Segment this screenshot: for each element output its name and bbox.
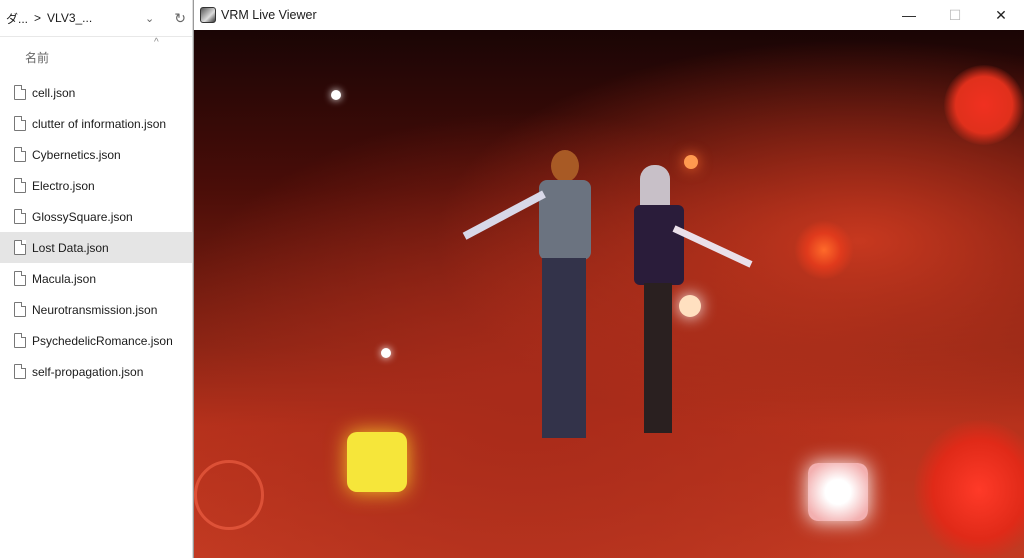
file-icon: [14, 333, 26, 348]
file-icon: [14, 178, 26, 193]
male-avatar: [462, 150, 594, 450]
file-icon: [14, 364, 26, 379]
file-item[interactable]: cell.json: [0, 77, 192, 108]
file-item-selected[interactable]: Lost Data.json: [0, 232, 192, 263]
white-light-square: [808, 463, 868, 521]
address-bar[interactable]: ダ... > VLV3_... ⌄ ↻: [0, 0, 192, 37]
file-icon: [14, 147, 26, 162]
file-item[interactable]: Electro.json: [0, 170, 192, 201]
maximize-button[interactable]: ☐: [932, 0, 978, 30]
yellow-light-square: [347, 432, 407, 492]
file-name: cell.json: [32, 85, 76, 100]
file-name: Neurotransmission.json: [32, 302, 158, 317]
breadcrumb-root[interactable]: ダ...: [6, 10, 28, 27]
file-item[interactable]: Macula.json: [0, 263, 192, 294]
file-item[interactable]: PsychedelicRomance.json: [0, 325, 192, 356]
file-list: cell.json clutter of information.json Cy…: [0, 77, 192, 387]
sort-ascending-icon: ^: [154, 37, 159, 48]
bokeh-light: [381, 348, 391, 358]
3d-viewport[interactable]: [194, 30, 1024, 558]
bokeh-light: [331, 90, 341, 100]
file-item[interactable]: GlossySquare.json: [0, 201, 192, 232]
column-header[interactable]: ^ 名前: [0, 37, 192, 77]
breadcrumb-separator: >: [34, 11, 42, 25]
window-title: VRM Live Viewer: [221, 8, 317, 22]
close-button[interactable]: ✕: [978, 0, 1024, 30]
column-name-label[interactable]: 名前: [25, 49, 49, 66]
file-name: Lost Data.json: [32, 240, 109, 255]
app-icon: [200, 7, 216, 23]
breadcrumb-folder[interactable]: VLV3_...: [47, 11, 92, 25]
refresh-icon[interactable]: ↻: [174, 10, 186, 27]
file-item[interactable]: Cybernetics.json: [0, 139, 192, 170]
chevron-down-icon[interactable]: ⌄: [145, 12, 154, 25]
file-name: Macula.json: [32, 271, 97, 286]
file-icon: [14, 240, 26, 255]
file-explorer: ダ... > VLV3_... ⌄ ↻ ^ 名前 cell.json clutt…: [0, 0, 193, 558]
file-item[interactable]: self-propagation.json: [0, 356, 192, 387]
title-bar[interactable]: VRM Live Viewer — ☐ ✕: [194, 0, 1024, 30]
file-name: PsychedelicRomance.json: [32, 333, 173, 348]
file-icon: [14, 271, 26, 286]
file-name: Cybernetics.json: [32, 147, 121, 162]
file-icon: [14, 209, 26, 224]
bokeh-light: [914, 420, 1024, 558]
bokeh-light: [794, 220, 854, 280]
file-name: self-propagation.json: [32, 364, 144, 379]
file-icon: [14, 302, 26, 317]
file-item[interactable]: Neurotransmission.json: [0, 294, 192, 325]
minimize-button[interactable]: —: [886, 0, 932, 30]
file-name: Electro.json: [32, 178, 95, 193]
bokeh-light: [944, 65, 1024, 145]
file-icon: [14, 116, 26, 131]
bokeh-light: [684, 155, 698, 169]
file-icon: [14, 85, 26, 100]
bokeh-light: [194, 460, 264, 530]
file-item[interactable]: clutter of information.json: [0, 108, 192, 139]
vrm-live-viewer-window: VRM Live Viewer — ☐ ✕: [193, 0, 1024, 558]
female-avatar: [634, 165, 753, 455]
file-name: GlossySquare.json: [32, 209, 133, 224]
file-name: clutter of information.json: [32, 116, 167, 131]
